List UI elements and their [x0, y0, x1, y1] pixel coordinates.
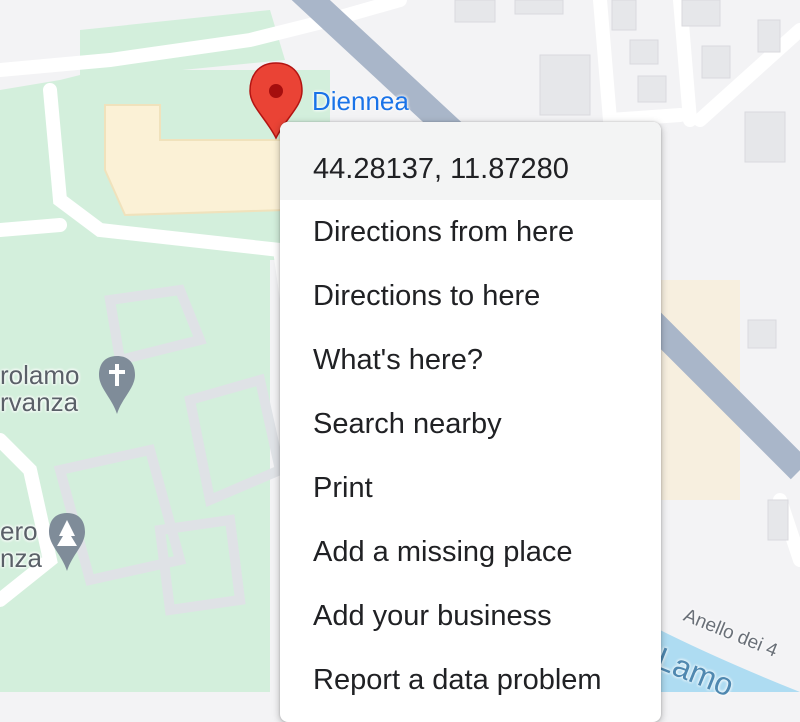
menu-item-whats-here[interactable]: What's here? [280, 328, 661, 392]
menu-item-report-problem[interactable]: Report a data problem [280, 648, 661, 712]
context-menu: 44.28137, 11.87280 Directions from here … [280, 122, 661, 722]
poi-label-line: nza [0, 543, 42, 573]
menu-item-directions-to[interactable]: Directions to here [280, 264, 661, 328]
menu-item-print[interactable]: Print [280, 456, 661, 520]
poi-label-line: rolamo [0, 360, 80, 390]
menu-item-add-business[interactable]: Add your business [280, 584, 661, 648]
coordinates-item[interactable]: 44.28137, 11.87280 [280, 122, 661, 200]
poi-label-line: rvanza [0, 387, 79, 417]
menu-item-directions-from[interactable]: Directions from here [280, 200, 661, 264]
menu-item-add-missing-place[interactable]: Add a missing place [280, 520, 661, 584]
poi-label-line: ero [0, 516, 38, 546]
menu-item-search-nearby[interactable]: Search nearby [280, 392, 661, 456]
pin-label[interactable]: Diennea [312, 88, 409, 114]
